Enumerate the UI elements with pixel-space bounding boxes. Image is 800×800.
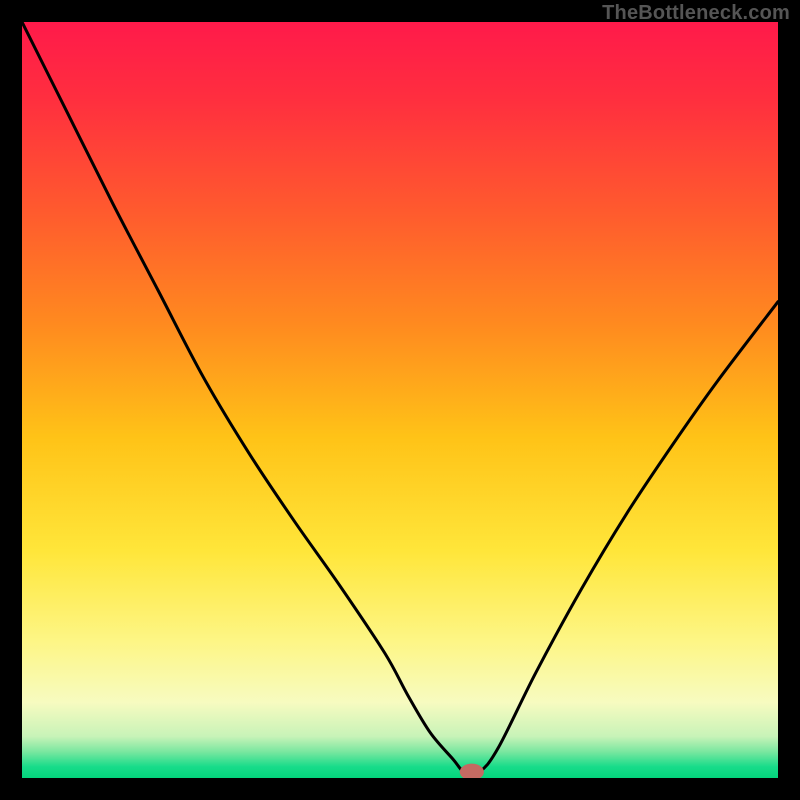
plot-area — [22, 22, 778, 778]
watermark-text: TheBottleneck.com — [602, 2, 790, 25]
gradient-background — [22, 22, 778, 778]
bottleneck-chart — [22, 22, 778, 778]
chart-frame: TheBottleneck.com — [0, 0, 800, 800]
